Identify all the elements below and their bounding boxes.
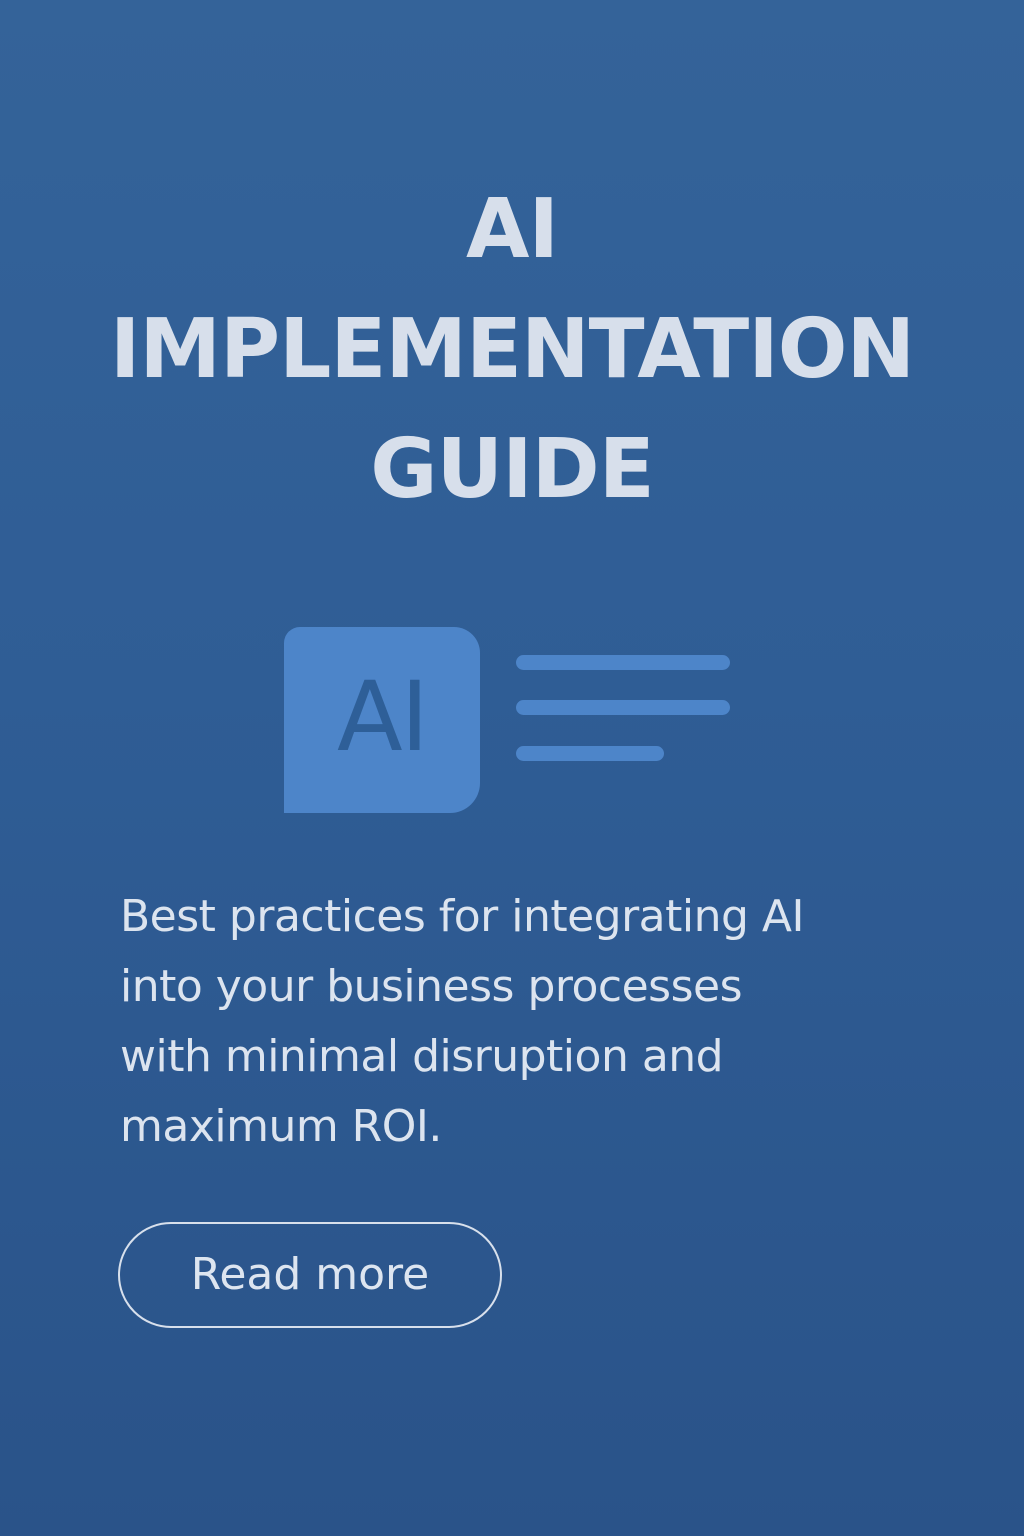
read-more-button[interactable]: Read more <box>118 1222 502 1328</box>
title-line-3: GUIDE <box>370 422 654 517</box>
ai-document-icon: AI <box>284 627 734 817</box>
description-line-2: into your business processes <box>120 961 743 1012</box>
document-line-3 <box>516 746 664 761</box>
document-line-2 <box>516 700 730 715</box>
guide-card: AI IMPLEMENTATION GUIDE AI Best practice… <box>0 0 1024 1536</box>
title-line-1: AI <box>466 182 559 277</box>
ai-badge-label: AI <box>337 661 429 773</box>
document-line-1 <box>516 655 730 670</box>
ai-badge: AI <box>284 627 480 813</box>
title-line-2: IMPLEMENTATION <box>109 302 915 397</box>
description-line-1: Best practices for integrating AI <box>120 891 805 942</box>
description-line-4: maximum ROI. <box>120 1101 442 1152</box>
description-line-3: with minimal disruption and <box>120 1031 724 1082</box>
page-title: AI IMPLEMENTATION GUIDE <box>0 170 1024 530</box>
description: Best practices for integrating AI into y… <box>120 882 900 1162</box>
